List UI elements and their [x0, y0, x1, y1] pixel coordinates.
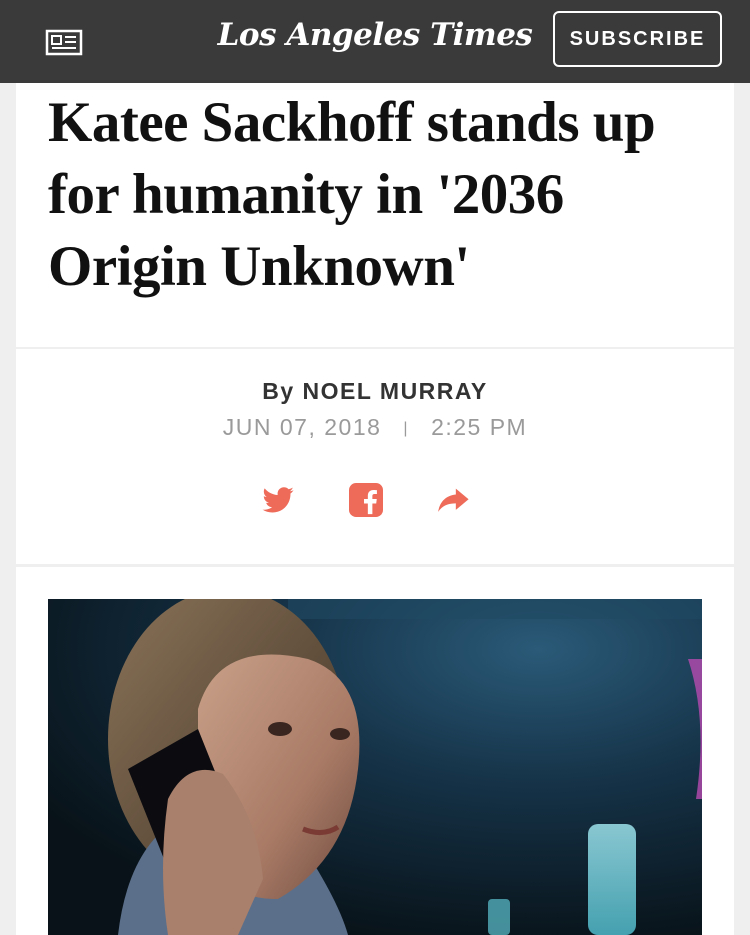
site-logo[interactable]: Los Angeles Times: [200, 17, 550, 53]
byline-prefix: By: [262, 378, 295, 404]
subscribe-button[interactable]: SUBSCRIBE: [553, 11, 722, 67]
dateline: JUN 07, 2018 | 2:25 PM: [16, 414, 734, 441]
author-name[interactable]: NOEL MURRAY: [303, 378, 488, 404]
article-headline: Katee Sackhoff stands up for humanity in…: [48, 91, 656, 298]
date-separator: |: [403, 420, 410, 437]
headline-card: Katee Sackhoff stands up for humanity in…: [16, 83, 734, 347]
share-arrow-icon[interactable]: [436, 483, 470, 517]
twitter-icon[interactable]: [261, 483, 295, 517]
facebook-icon[interactable]: [349, 483, 383, 517]
top-navigation-bar: Los Angeles Times SUBSCRIBE: [0, 0, 750, 83]
article-photo[interactable]: [48, 599, 702, 935]
share-toolbar: [16, 483, 734, 519]
byline: By NOEL MURRAY: [16, 378, 734, 405]
publish-date: JUN 07, 2018: [222, 414, 382, 440]
byline-card: By NOEL MURRAY JUN 07, 2018 | 2:25 PM: [16, 349, 734, 564]
media-card: [16, 567, 734, 935]
publish-time: 2:25 PM: [431, 414, 528, 440]
newspaper-icon[interactable]: [44, 29, 84, 57]
